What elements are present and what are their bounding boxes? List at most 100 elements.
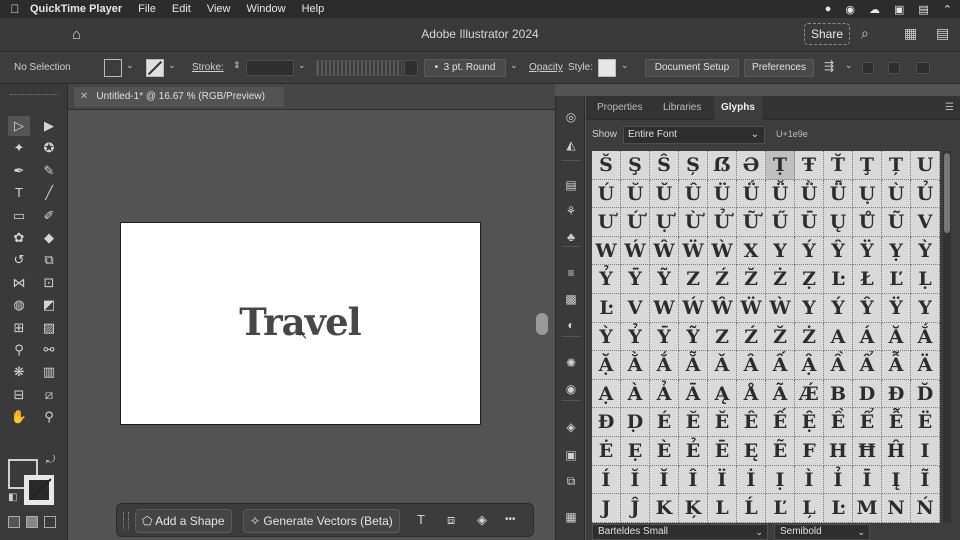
glyph-cell[interactable]: Ď	[911, 379, 940, 409]
glyph-cell[interactable]: Ṭ	[766, 151, 795, 180]
glyph-cell[interactable]: Ï	[708, 465, 737, 495]
stroke-weight-field[interactable]	[246, 60, 294, 76]
glyph-cell[interactable]: Ỹ	[650, 265, 679, 294]
glyph-cell[interactable]: Ằ	[621, 351, 650, 380]
glyph-cell[interactable]: Ľ	[882, 265, 911, 294]
record-status-icon[interactable]: ●	[825, 3, 832, 15]
menu-help[interactable]: Help	[302, 3, 325, 15]
creative-cloud-icon[interactable]: ☁	[869, 3, 880, 16]
glyph-cell[interactable]: Į	[882, 465, 911, 495]
type-options-icon[interactable]: T	[417, 512, 425, 527]
blend-tool-icon[interactable]: ⚯	[38, 340, 60, 360]
glyph-cell[interactable]: Ẵ	[679, 351, 708, 380]
preferences-button[interactable]: Preferences	[744, 59, 814, 77]
glyph-cell[interactable]: Ẅ	[679, 236, 708, 266]
style-dropdown-chevron-icon[interactable]: ⌄	[621, 60, 629, 71]
glyph-cell[interactable]: Ẁ	[708, 236, 737, 266]
glyph-cell[interactable]: Ǚ	[766, 179, 795, 209]
glyph-cell[interactable]: Ǽ	[795, 379, 824, 409]
width-tool-icon[interactable]: ⋈	[8, 273, 30, 293]
stroke-panel-icon[interactable]: ◎	[561, 108, 581, 126]
workspace-grid-icon[interactable]: ▦	[904, 25, 917, 42]
screen-icon[interactable]: ▣	[894, 3, 904, 16]
glyph-cell[interactable]: K	[650, 494, 679, 523]
glyph-cell[interactable]: A	[824, 322, 853, 352]
swap-fill-stroke-icon[interactable]: ⤾	[46, 454, 55, 467]
none-mode-icon[interactable]	[44, 516, 56, 528]
glyph-cell[interactable]: Ĵ	[621, 494, 650, 523]
glyph-cell[interactable]: W	[592, 236, 621, 266]
glyph-cell[interactable]: X	[737, 236, 766, 266]
glyph-cell[interactable]: Ý	[795, 236, 824, 266]
curvature-tool-icon[interactable]: ✎	[38, 161, 60, 181]
direct-selection-tool-icon[interactable]: ▶	[38, 116, 60, 136]
canvas-vertical-scrollbar[interactable]	[532, 110, 552, 530]
glyph-cell[interactable]: H	[824, 437, 853, 466]
glyph-cell[interactable]: Ĺ	[737, 494, 766, 523]
glyph-cell[interactable]: Ẃ	[621, 236, 650, 266]
glyph-cell[interactable]: Ứ	[621, 208, 650, 237]
generate-vectors-button[interactable]: ✧ Generate Vectors (Beta)	[243, 509, 400, 533]
toolbar-grip[interactable]	[10, 94, 58, 97]
glyph-cell[interactable]: Ĕ	[679, 408, 708, 437]
apple-icon[interactable]: 	[0, 2, 30, 16]
glyph-cell[interactable]: Ź	[737, 322, 766, 352]
glyph-cell[interactable]: Ŷ	[853, 294, 882, 323]
align-panel-icon[interactable]: ≡	[561, 264, 581, 282]
symbols-panel-icon[interactable]: ⚘	[561, 202, 581, 220]
glyph-cell[interactable]: Ả	[650, 379, 679, 409]
glyph-cell[interactable]: U	[911, 151, 940, 180]
artboard-tool-icon[interactable]: ⊟	[8, 385, 30, 405]
glyph-cell[interactable]: Ė	[592, 437, 621, 466]
glyph-cell[interactable]: Ţ	[853, 151, 882, 180]
glyph-cell[interactable]: Ẁ	[766, 294, 795, 323]
glyph-cell[interactable]: Û	[679, 179, 708, 209]
glyph-cell[interactable]: Ļ	[795, 494, 824, 523]
menu-file[interactable]: File	[138, 3, 156, 15]
glyph-cell[interactable]: Ẓ	[795, 265, 824, 294]
glyph-cell[interactable]: Ŝ	[650, 151, 679, 180]
layers-panel-icon[interactable]: ◈	[561, 418, 581, 436]
glyph-cell[interactable]: Ə	[737, 151, 766, 180]
glyph-cell[interactable]: Ë	[911, 408, 940, 437]
document-setup-button[interactable]: Document Setup	[645, 59, 739, 77]
eraser-tool-icon[interactable]: ◆	[38, 228, 60, 248]
slice-tool-icon[interactable]: ⧄	[38, 385, 60, 405]
glyph-cell[interactable]: Ề	[824, 408, 853, 437]
glyph-cell[interactable]: Ŀ	[824, 494, 853, 523]
glyph-cell[interactable]: Ħ	[853, 437, 882, 466]
perspective-grid-tool-icon[interactable]: ◩	[38, 295, 60, 315]
glyph-cell[interactable]: V	[621, 294, 650, 323]
glyph-cell[interactable]: Ů	[853, 208, 882, 237]
glyph-cell[interactable]: I	[911, 437, 940, 466]
rectangle-tool-icon[interactable]: ▭	[8, 206, 30, 226]
glyph-cell[interactable]: Ĥ	[882, 437, 911, 466]
glyph-cell[interactable]: Ắ	[911, 322, 940, 352]
glyph-cell[interactable]: Ű	[766, 208, 795, 237]
glyph-cell[interactable]: D	[853, 379, 882, 409]
brushes-panel-icon[interactable]: ▤	[561, 176, 581, 194]
variable-width-profile[interactable]	[316, 60, 402, 76]
stroke-label[interactable]: Stroke:	[192, 62, 224, 73]
arrange-chevron-icon[interactable]: ⌄	[845, 60, 853, 71]
glyph-cell[interactable]: Ḍ	[621, 408, 650, 437]
pen-tool-icon[interactable]: ✒	[8, 161, 30, 181]
glyph-cell[interactable]: Ẃ	[679, 294, 708, 323]
canvas-scroll-thumb[interactable]	[536, 313, 548, 335]
glyph-cell[interactable]: Ụ	[853, 179, 882, 209]
glyph-cell[interactable]: Ý	[824, 294, 853, 323]
gradient-mode-icon[interactable]	[26, 516, 38, 528]
glyph-cell[interactable]: Y	[766, 236, 795, 266]
glyph-cell[interactable]: W	[650, 294, 679, 323]
paintbrush-tool-icon[interactable]: ✐	[38, 206, 60, 226]
glyph-cell[interactable]: Ľ	[766, 494, 795, 523]
glyph-cell[interactable]: N	[882, 494, 911, 523]
glyph-cell[interactable]: Ȳ	[650, 322, 679, 352]
glyph-cell[interactable]: F	[795, 437, 824, 466]
glyph-cell[interactable]: Í	[592, 465, 621, 495]
stroke-weight-chevron-icon[interactable]: ⌄	[298, 60, 306, 71]
glyph-cell[interactable]: Ǜ	[795, 179, 824, 209]
control-center-icon[interactable]: ▤	[918, 3, 928, 16]
document-tab[interactable]: ✕ Untitled-1* @ 16.67 % (RGB/Preview)	[74, 87, 284, 107]
glyph-cell[interactable]: Ế	[766, 408, 795, 437]
